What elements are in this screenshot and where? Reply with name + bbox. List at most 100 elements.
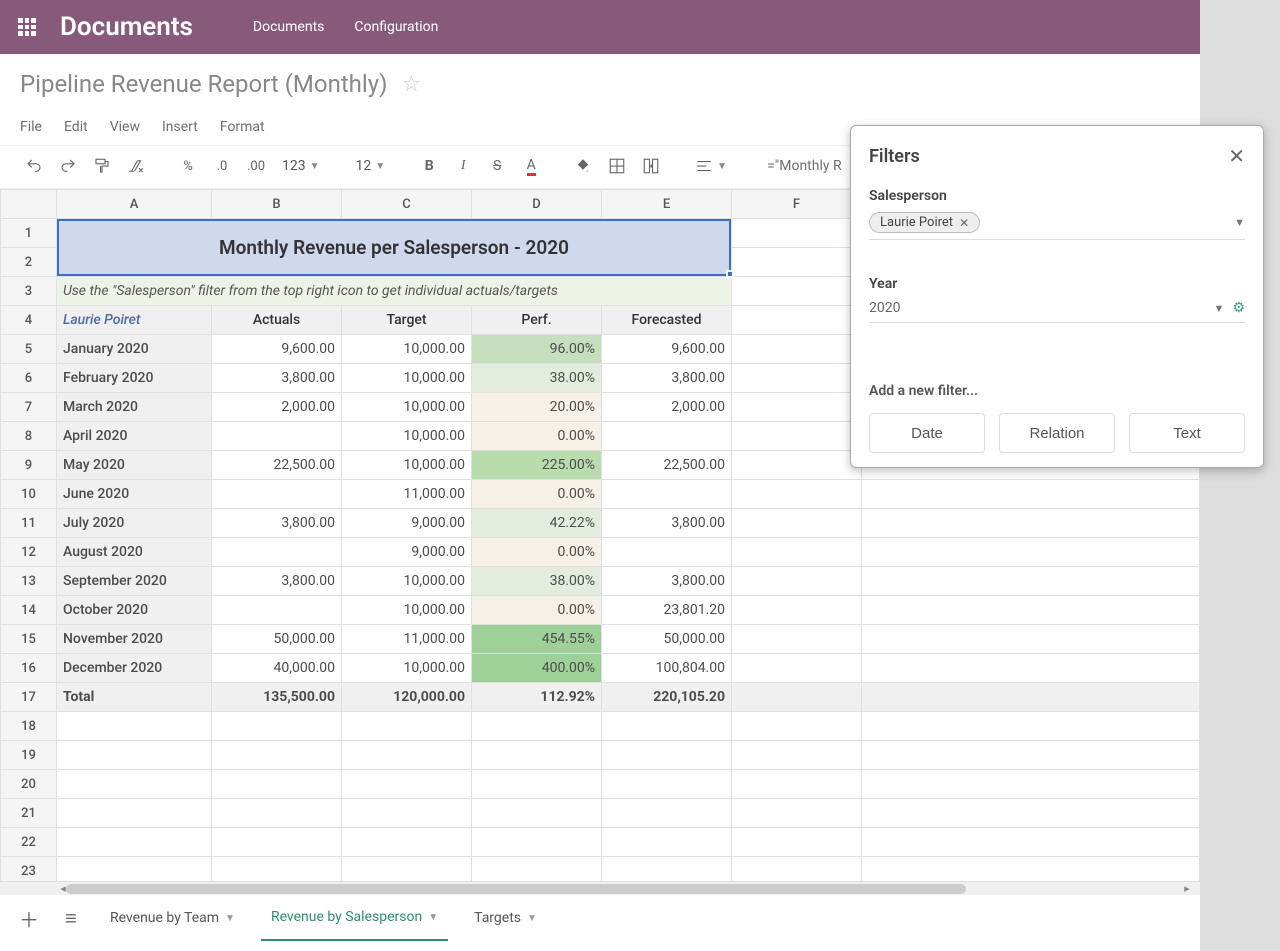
cell-actuals[interactable]: 3,800.00 (212, 509, 342, 538)
cell-perf[interactable]: 38.00% (472, 567, 602, 596)
row-header[interactable]: 10 (1, 480, 57, 509)
all-sheets-button[interactable]: ≡ (58, 905, 84, 931)
cell-column-header[interactable]: Actuals (212, 306, 342, 335)
cell-column-header[interactable]: Target (342, 306, 472, 335)
cell-forecast[interactable] (602, 480, 732, 509)
cell-empty[interactable] (862, 799, 1200, 828)
cell-empty[interactable] (732, 828, 862, 857)
cell-month[interactable]: June 2020 (57, 480, 212, 509)
cell-empty[interactable] (342, 770, 472, 799)
row-header[interactable]: 19 (1, 741, 57, 770)
sheet-tab-revenue-by-salesperson[interactable]: Revenue by Salesperson ▼ (261, 895, 448, 941)
cell-perf[interactable]: 0.00% (472, 480, 602, 509)
cell-empty[interactable] (57, 828, 212, 857)
cell-empty[interactable] (57, 799, 212, 828)
cell-empty[interactable] (342, 799, 472, 828)
merge-cells-button[interactable] (637, 152, 665, 180)
apps-grid-icon[interactable] (18, 18, 36, 36)
cell-empty[interactable] (602, 712, 732, 741)
cell-total-perf[interactable]: 112.92% (472, 683, 602, 712)
font-size-dropdown[interactable]: 12 ▼ (350, 158, 392, 174)
cell-forecast[interactable]: 3,800.00 (602, 567, 732, 596)
row-header[interactable]: 4 (1, 306, 57, 335)
row-header[interactable]: 8 (1, 422, 57, 451)
cell-forecast[interactable]: 23,801.20 (602, 596, 732, 625)
favorite-star-icon[interactable]: ☆ (401, 72, 421, 97)
cell-perf[interactable]: 400.00% (472, 654, 602, 683)
nav-link-documents[interactable]: Documents (253, 19, 324, 35)
select-all-cell[interactable] (1, 190, 57, 219)
menu-format[interactable]: Format (220, 119, 265, 135)
cell-empty[interactable] (212, 770, 342, 799)
strikethrough-button[interactable]: S (483, 152, 511, 180)
cell-month[interactable]: February 2020 (57, 364, 212, 393)
cell-month[interactable]: March 2020 (57, 393, 212, 422)
cell-help-merged[interactable]: Use the "Salesperson" filter from the to… (57, 277, 732, 306)
cell-forecast[interactable] (602, 538, 732, 567)
filter-relation-button[interactable]: Relation (999, 413, 1115, 453)
cell-empty[interactable] (602, 770, 732, 799)
cell-empty[interactable] (732, 770, 862, 799)
salesperson-filter-input[interactable]: Laurie Poiret ✕ ▼ (869, 208, 1245, 240)
row-header[interactable]: 21 (1, 799, 57, 828)
cell-empty[interactable] (862, 828, 1200, 857)
cell-actuals[interactable] (212, 538, 342, 567)
row-header[interactable]: 20 (1, 770, 57, 799)
row-header[interactable]: 16 (1, 654, 57, 683)
cell-empty[interactable] (472, 712, 602, 741)
cell-actuals[interactable] (212, 422, 342, 451)
cell-empty[interactable] (602, 799, 732, 828)
cell-actuals[interactable] (212, 480, 342, 509)
cell-actuals[interactable] (212, 596, 342, 625)
bold-button[interactable]: B (415, 152, 443, 180)
cell-total-target[interactable]: 120,000.00 (342, 683, 472, 712)
menu-file[interactable]: File (20, 119, 42, 135)
cell-actuals[interactable]: 3,800.00 (212, 567, 342, 596)
cell-month[interactable]: April 2020 (57, 422, 212, 451)
redo-icon[interactable] (54, 152, 82, 180)
cell-month[interactable]: September 2020 (57, 567, 212, 596)
cell-actuals[interactable]: 40,000.00 (212, 654, 342, 683)
cell-empty[interactable] (472, 799, 602, 828)
cell-empty[interactable] (212, 712, 342, 741)
row-header[interactable]: 3 (1, 277, 57, 306)
cell-target[interactable]: 10,000.00 (342, 451, 472, 480)
cell-target[interactable]: 10,000.00 (342, 364, 472, 393)
cell-empty[interactable] (472, 828, 602, 857)
cell-actuals[interactable]: 2,000.00 (212, 393, 342, 422)
sheet-tab-targets[interactable]: Targets ▼ (464, 910, 547, 926)
cell-perf[interactable]: 38.00% (472, 364, 602, 393)
cell-empty[interactable] (862, 741, 1200, 770)
cell-perf[interactable]: 0.00% (472, 422, 602, 451)
cell-perf[interactable]: 20.00% (472, 393, 602, 422)
cell-target[interactable]: 10,000.00 (342, 596, 472, 625)
row-header[interactable]: 13 (1, 567, 57, 596)
cell-month[interactable]: August 2020 (57, 538, 212, 567)
cell-target[interactable]: 9,000.00 (342, 509, 472, 538)
cell-forecast[interactable]: 22,500.00 (602, 451, 732, 480)
row-header[interactable]: 7 (1, 393, 57, 422)
cell-target[interactable]: 10,000.00 (342, 335, 472, 364)
cell-empty[interactable] (212, 741, 342, 770)
cell-forecast[interactable]: 3,800.00 (602, 364, 732, 393)
column-header[interactable]: C (342, 190, 472, 219)
fill-color-button[interactable] (569, 152, 597, 180)
text-color-button[interactable]: A (517, 152, 545, 180)
cell-empty[interactable] (212, 828, 342, 857)
row-header[interactable]: 11 (1, 509, 57, 538)
chevron-down-icon[interactable]: ▼ (1234, 216, 1245, 229)
cell-forecast[interactable]: 2,000.00 (602, 393, 732, 422)
chevron-down-icon[interactable]: ▼ (1214, 302, 1225, 315)
cell-empty[interactable] (342, 712, 472, 741)
cell-empty[interactable] (57, 741, 212, 770)
cell-empty[interactable] (732, 712, 862, 741)
cell-month[interactable]: May 2020 (57, 451, 212, 480)
close-icon[interactable]: ✕ (1228, 144, 1245, 168)
decimal-increase-button[interactable]: .00 (242, 152, 270, 180)
cell-total-label[interactable]: Total (57, 683, 212, 712)
horizontal-scrollbar[interactable]: ◂ ▸ (0, 881, 1200, 895)
cell-perf[interactable]: 42.22% (472, 509, 602, 538)
cell-forecast[interactable] (602, 422, 732, 451)
cell-actuals[interactable]: 22,500.00 (212, 451, 342, 480)
cell-target[interactable]: 10,000.00 (342, 393, 472, 422)
